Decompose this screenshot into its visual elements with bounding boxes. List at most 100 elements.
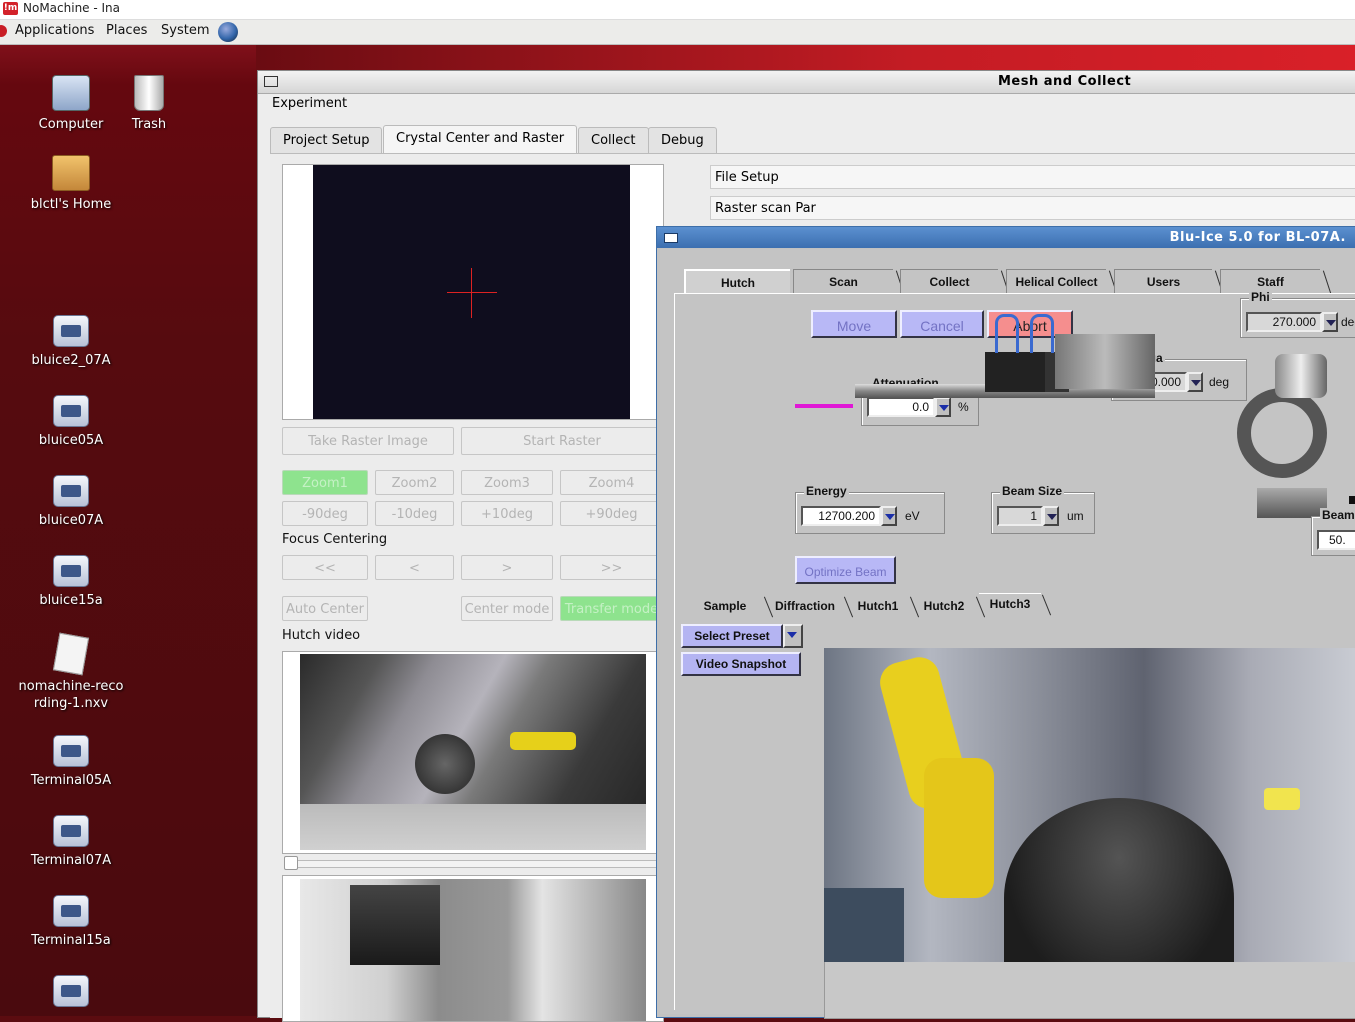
- sample-camera-feed[interactable]: [300, 654, 646, 850]
- hutch3-camera-feed[interactable]: [824, 648, 1355, 962]
- mesh-window-title-bar[interactable]: Mesh and Collect: [258, 71, 1355, 94]
- focus-forward-button[interactable]: >: [461, 555, 553, 580]
- energy-value-field[interactable]: 12700.200: [801, 506, 881, 526]
- tab-scan[interactable]: Scan: [793, 269, 893, 293]
- desktop-icon-bluice15a[interactable]: bluice15a: [16, 555, 126, 609]
- terminal-launcher-icon: [53, 735, 89, 767]
- subtab-hutch1[interactable]: Hutch1: [847, 596, 909, 616]
- omega-dropdown-arrow-icon[interactable]: [1187, 372, 1203, 392]
- desktop-icon-label: bluice2_07A: [31, 353, 111, 368]
- tab-project-setup[interactable]: Project Setup: [270, 127, 383, 153]
- video-slider-handle[interactable]: [284, 856, 298, 870]
- optimize-beam-button[interactable]: Optimize Beam: [795, 556, 896, 584]
- places-menu[interactable]: Places: [106, 23, 147, 38]
- focus-back-button[interactable]: <: [375, 555, 454, 580]
- desktop-icon-home[interactable]: blctl's Home: [16, 155, 126, 213]
- phi-value-field[interactable]: 270.000: [1246, 312, 1322, 332]
- energy-dropdown-arrow-icon[interactable]: [881, 506, 897, 526]
- mesh-window-title: Mesh and Collect: [998, 74, 1132, 89]
- tab-collect[interactable]: Collect: [578, 127, 649, 153]
- subtab-sample[interactable]: Sample: [687, 596, 763, 616]
- computer-icon: [52, 75, 90, 111]
- desktop-icon-bluice07a[interactable]: bluice07A: [16, 475, 126, 529]
- energy-unit: eV: [905, 509, 920, 523]
- rotate-plus-90-button[interactable]: +90deg: [560, 501, 663, 526]
- transfer-mode-button[interactable]: Transfer mode: [560, 596, 663, 621]
- tab-collect[interactable]: Collect: [900, 269, 998, 293]
- tab-helical-collect[interactable]: Helical Collect: [1006, 269, 1106, 293]
- feed-yellow-tag: [1264, 788, 1300, 810]
- feed-stage-plate: [300, 804, 646, 850]
- x-ray-beam-indicator: [795, 404, 853, 408]
- file-setup-section[interactable]: File Setup: [710, 165, 1355, 189]
- document-icon: [52, 632, 90, 676]
- desktop-icon-terminal05a[interactable]: Terminal05A: [16, 735, 126, 789]
- subtab-diffraction[interactable]: Diffraction: [767, 596, 843, 616]
- video-snapshot-button[interactable]: Video Snapshot: [681, 652, 801, 676]
- phi-dropdown-arrow-icon[interactable]: [1322, 312, 1338, 332]
- desktop-icon-label: bluice15a: [39, 593, 103, 608]
- desktop-icon-trash[interactable]: Trash: [94, 75, 204, 133]
- subtab-hutch3[interactable]: Hutch3: [979, 593, 1041, 614]
- applications-menu[interactable]: Applications: [15, 23, 94, 38]
- bluice-title-bar[interactable]: Blu-Ice 5.0 for BL-07A.: [657, 227, 1355, 248]
- experiment-menu[interactable]: Experiment: [272, 96, 347, 111]
- beamline-cable-loop: [1030, 314, 1054, 353]
- center-mode-button[interactable]: Center mode: [461, 596, 553, 621]
- desktop-icon-terminal07a[interactable]: Terminal07A: [16, 815, 126, 869]
- desktop-icon-terminal15a[interactable]: Terminal15a: [16, 895, 126, 949]
- rotate-minus-10-button[interactable]: -10deg: [375, 501, 454, 526]
- terminal-launcher-icon: [53, 815, 89, 847]
- start-raster-button[interactable]: Start Raster: [461, 427, 663, 455]
- video-slider-track[interactable]: [284, 860, 666, 868]
- zoom4-button[interactable]: Zoom4: [560, 470, 663, 495]
- hutch-panel: Move Cancel Abort Phi 270.000 deg Omega …: [674, 290, 1355, 1019]
- zoom1-button[interactable]: Zoom1: [282, 470, 368, 495]
- desktop-icon-bluice2-07a[interactable]: bluice2_07A: [16, 315, 126, 369]
- take-raster-image-button[interactable]: Take Raster Image: [282, 427, 454, 455]
- focus-fast-back-button[interactable]: <<: [282, 555, 368, 580]
- desktop-icon-recording[interactable]: nomachine-recording-1.nxv: [16, 632, 126, 712]
- zoom3-button[interactable]: Zoom3: [461, 470, 553, 495]
- omega-unit: deg: [1209, 375, 1230, 389]
- tab-debug[interactable]: Debug: [648, 127, 717, 153]
- subtab-hutch2[interactable]: Hutch2: [913, 596, 975, 616]
- rotate-minus-90-button[interactable]: -90deg: [282, 501, 368, 526]
- rotate-plus-10-button[interactable]: +10deg: [461, 501, 553, 526]
- focus-fast-forward-button[interactable]: >>: [560, 555, 663, 580]
- beamline-slit-box: [985, 352, 1045, 392]
- system-menu[interactable]: System: [161, 23, 209, 38]
- beam-size-value-field[interactable]: 1: [997, 506, 1043, 526]
- beam-partial-value-field[interactable]: 50.: [1317, 530, 1355, 550]
- auto-center-button[interactable]: Auto Center: [282, 596, 368, 621]
- desktop-wallpaper-strip: [256, 45, 1355, 70]
- desktop-icon-bluice05a[interactable]: bluice05A: [16, 395, 126, 449]
- tab-hutch[interactable]: Hutch: [684, 269, 790, 293]
- beam-size-dropdown-arrow-icon[interactable]: [1043, 506, 1059, 526]
- energy-label: Energy: [804, 484, 849, 498]
- top-panel: Applications Places System: [0, 20, 1355, 45]
- window-menu-icon[interactable]: [664, 233, 678, 243]
- select-preset-button[interactable]: Select Preset: [681, 624, 783, 648]
- nomachine-logo-icon: !m: [3, 2, 18, 15]
- bluice-body: Hutch Scan Collect Helical Collect Users…: [660, 249, 1355, 1019]
- desktop-icon-partial[interactable]: [16, 975, 126, 1012]
- web-browser-globe-icon[interactable]: [218, 22, 238, 42]
- tab-crystal-center-and-raster[interactable]: Crystal Center and Raster: [383, 125, 578, 153]
- preset-dropdown-arrow-icon[interactable]: [783, 624, 803, 648]
- terminal-launcher-icon: [53, 475, 89, 507]
- tab-users[interactable]: Users: [1114, 269, 1212, 293]
- crosshair-vertical: [471, 268, 472, 318]
- raster-image-view[interactable]: [313, 165, 630, 419]
- terminal-launcher-icon: [53, 975, 89, 1007]
- zoom2-button[interactable]: Zoom2: [375, 470, 454, 495]
- crosshair-horizontal: [447, 292, 497, 293]
- window-menu-icon[interactable]: [264, 76, 278, 87]
- desktop-icon-label: nomachine-recording-1.nxv: [18, 679, 124, 711]
- hutch-overview-feed[interactable]: [300, 879, 646, 1021]
- terminal-launcher-icon: [53, 315, 89, 347]
- desktop-icon-label: Terminal15a: [31, 933, 111, 948]
- feed-goniometer-head: [415, 734, 475, 794]
- raster-scan-par-section[interactable]: Raster scan Par: [710, 196, 1355, 220]
- phi-unit: deg: [1341, 315, 1355, 329]
